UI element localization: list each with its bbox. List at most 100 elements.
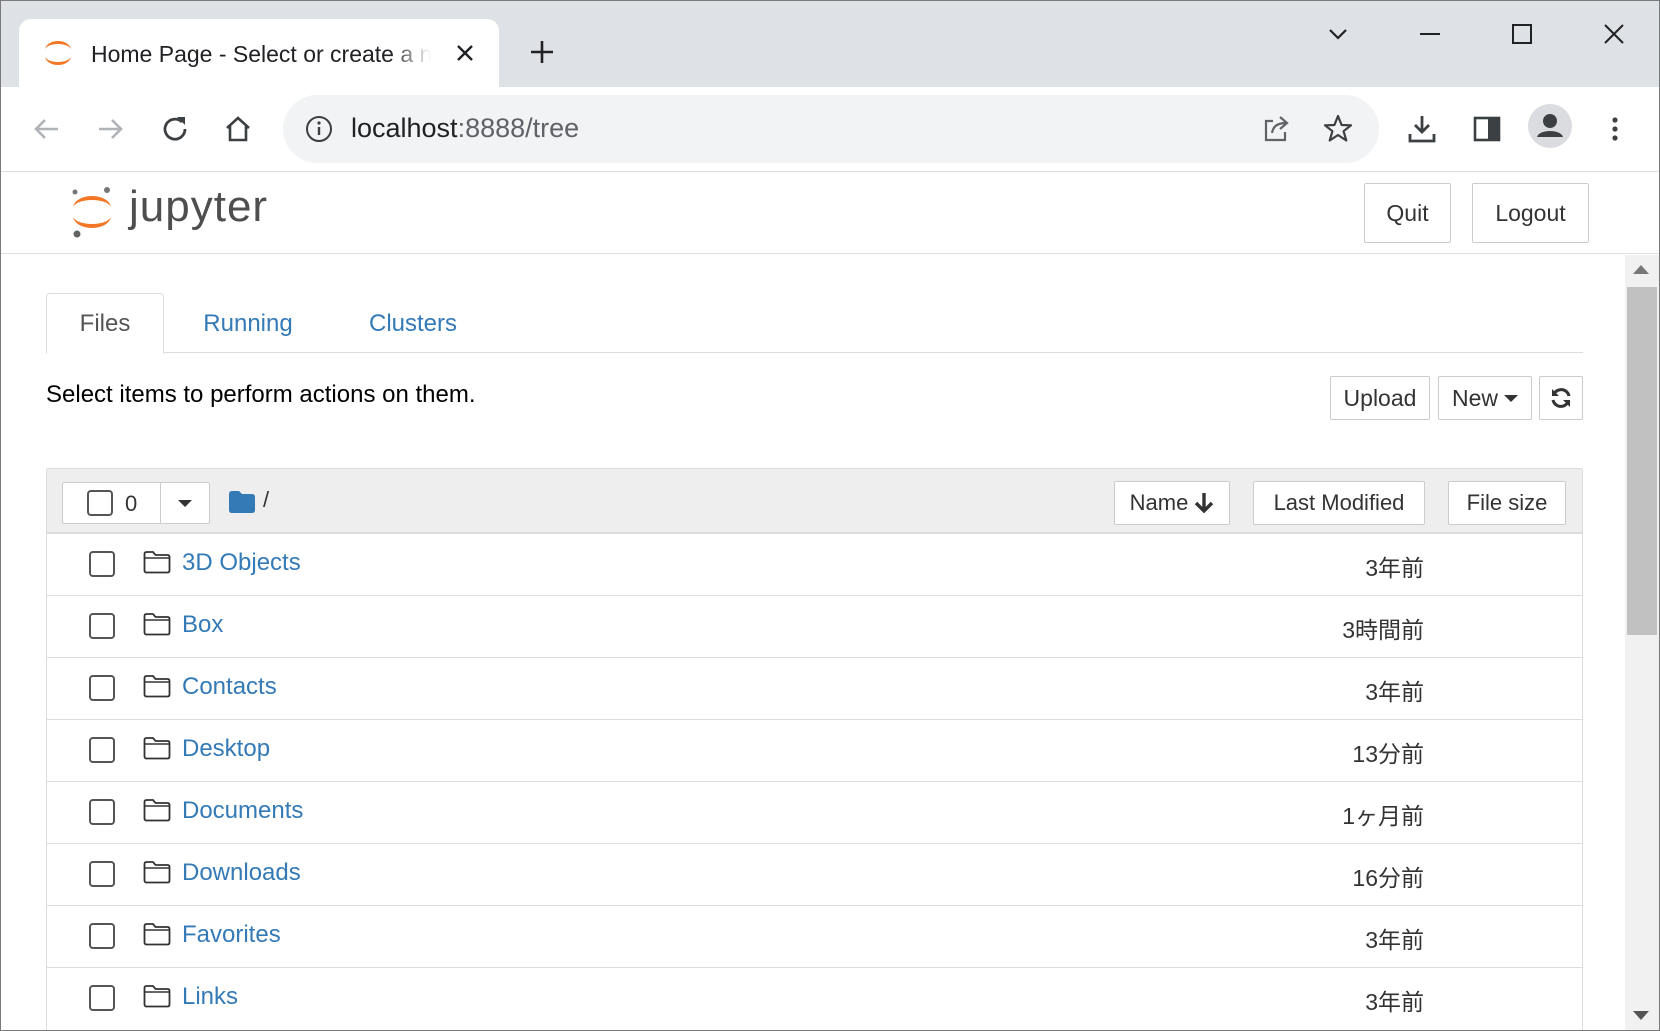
file-row[interactable]: Links 3年前 [47,967,1582,1029]
file-row[interactable]: Box 3時間前 [47,595,1582,657]
logout-button[interactable]: Logout [1472,183,1589,243]
tab-title: Home Page - Select or create a new noteb… [91,41,431,67]
tab-search-chevron-icon[interactable] [1323,19,1353,49]
arrow-down-icon [1195,493,1214,514]
file-list-header: 0 / Name Last Modified File size [47,469,1582,533]
row-checkbox[interactable] [89,923,115,949]
last-modified: 3年前 [1365,989,1424,1015]
tab-files[interactable]: Files [46,293,164,354]
upload-button[interactable]: Upload [1330,376,1430,420]
refresh-button[interactable] [1539,376,1583,420]
forward-arrow-icon[interactable] [93,112,127,146]
row-checkbox[interactable] [89,737,115,763]
last-modified: 16分前 [1352,865,1424,891]
tab-clusters[interactable]: Clusters [348,293,478,354]
sort-by-name-button[interactable]: Name [1114,481,1230,525]
file-row[interactable]: 3D Objects 3年前 [47,533,1582,595]
jupyter-header: jupyter Quit Logout [1,172,1659,254]
select-all-checkbox[interactable] [87,490,113,516]
file-row[interactable]: Favorites 3年前 [47,905,1582,967]
folder-icon [143,613,171,636]
select-divider [160,483,161,523]
nav-tabs: Files Running Clusters [46,293,1583,354]
menu-kebab-icon[interactable] [1598,112,1632,146]
row-checkbox[interactable] [89,985,115,1011]
last-modified: 1ヶ月前 [1342,803,1424,829]
breadcrumb-root[interactable]: / [263,487,269,513]
root-folder-icon[interactable] [229,491,255,513]
back-arrow-icon[interactable] [30,112,64,146]
last-modified: 13分前 [1352,741,1424,767]
share-icon[interactable] [1259,112,1293,146]
file-row[interactable]: Documents 1ヶ月前 [47,781,1582,843]
folder-icon [143,737,171,760]
row-checkbox[interactable] [89,675,115,701]
folder-icon [143,551,171,574]
home-icon[interactable] [221,112,255,146]
row-checkbox[interactable] [89,551,115,577]
minimize-icon[interactable] [1415,19,1445,49]
new-button-label: New [1451,384,1498,411]
browser-toolbar: localhost:8888/tree [1,87,1659,172]
folder-icon [143,861,171,884]
jupyter-logo[interactable]: jupyter [69,182,289,242]
row-checkbox[interactable] [89,861,115,887]
reload-icon[interactable] [158,112,192,146]
profile-avatar[interactable] [1528,104,1572,148]
scroll-down-arrow-icon[interactable] [1633,1011,1649,1020]
profile-person-icon [1537,114,1563,137]
close-tab-icon[interactable] [453,41,477,65]
page-scrollbar[interactable] [1625,255,1659,1030]
sort-name-label: Name [1129,490,1189,515]
main-content: Files Running Clusters Select items to p… [1,255,1621,1030]
select-menu-caret-icon[interactable] [178,500,192,507]
download-icon[interactable] [1405,112,1439,146]
new-dropdown-button[interactable]: New [1438,376,1532,420]
site-info-icon[interactable] [305,115,333,143]
file-name-link[interactable]: 3D Objects [182,549,301,577]
jupyter-logo-icon [72,187,111,238]
sort-by-modified-button[interactable]: Last Modified [1253,481,1425,525]
folder-icon [143,799,171,822]
last-modified: 3年前 [1365,927,1424,953]
file-name-link[interactable]: Favorites [182,921,281,949]
file-name-link[interactable]: Contacts [182,673,277,701]
file-name-link[interactable]: Links [182,983,238,1011]
folder-icon [143,923,171,946]
jupyter-favicon-icon [45,41,71,65]
last-modified: 3時間前 [1342,617,1424,643]
quit-button[interactable]: Quit [1364,183,1451,243]
row-checkbox[interactable] [89,613,115,639]
url-text: localhost:8888/tree [351,113,579,144]
file-row[interactable]: Contacts 3年前 [47,657,1582,719]
file-row[interactable]: Desktop 13分前 [47,719,1582,781]
selection-hint: Select items to perform actions on them. [46,381,476,408]
scroll-up-arrow-icon[interactable] [1633,265,1649,274]
browser-window: Home Page - Select or create a new noteb… [0,0,1660,1031]
file-row[interactable]: Downloads 16分前 [47,843,1582,905]
last-modified: 3年前 [1365,555,1424,581]
scrollbar-thumb[interactable] [1627,287,1657,635]
file-name-link[interactable]: Desktop [182,735,270,763]
browser-tab[interactable]: Home Page - Select or create a new noteb… [19,19,499,87]
new-tab-icon[interactable] [527,37,557,67]
bookmark-star-icon[interactable] [1321,112,1355,146]
selected-count: 0 [125,491,138,516]
maximize-icon[interactable] [1507,19,1537,49]
tab-running[interactable]: Running [188,293,308,354]
file-name-link[interactable]: Box [182,611,223,639]
sort-by-size-button[interactable]: File size [1448,481,1566,525]
folder-icon [143,985,171,1008]
address-bar[interactable]: localhost:8888/tree [283,95,1379,163]
refresh-icon [1551,388,1571,408]
side-panel-icon[interactable] [1470,112,1504,146]
file-name-link[interactable]: Downloads [182,859,301,887]
url-path: :8888/tree [457,113,580,143]
close-window-icon[interactable] [1599,19,1629,49]
jupyter-logo-text: jupyter [129,182,269,231]
file-list: 0 / Name Last Modified File size 3D Obje… [46,468,1583,1030]
file-name-link[interactable]: Documents [182,797,303,825]
row-checkbox[interactable] [89,799,115,825]
folder-icon [143,675,171,698]
url-host: localhost [351,113,458,143]
